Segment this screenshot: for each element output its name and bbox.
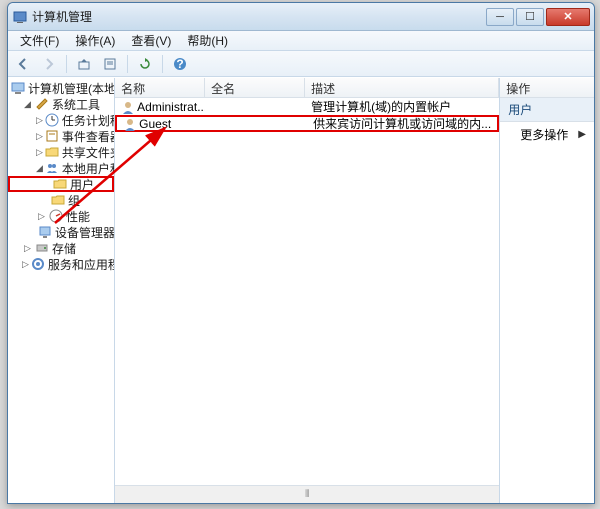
tree-groups[interactable]: 组 [8,192,114,208]
actions-more[interactable]: 更多操作 ▶ [500,122,594,147]
content-area: 计算机管理(本地) ◢ 系统工具 ▷ 任务计划程序 ▷ 事件查看器 ▷ 共享文件… [8,77,594,503]
scroll-indicator: ⫴ [305,489,309,500]
expand-icon[interactable]: ▷ [36,115,43,126]
tree-storage[interactable]: ▷ 存储 [8,240,114,256]
app-icon [12,9,28,25]
tree-shared-folders[interactable]: ▷ 共享文件夹 [8,144,114,160]
tree-local-users[interactable]: ◢ 本地用户和组 [8,160,114,176]
list-row-administrator[interactable]: Administrat... 管理计算机(域)的内置帐户 [115,98,499,115]
folder-share-icon [44,144,60,160]
device-icon [37,224,53,240]
col-name[interactable]: 名称 [115,78,205,97]
tree-device-manager[interactable]: 设备管理器 [8,224,114,240]
actions-pane: 操作 用户 更多操作 ▶ [500,78,594,503]
tree-services[interactable]: ▷ 服务和应用程序 [8,256,114,272]
user-name: Guest [139,117,171,131]
expand-icon[interactable]: ▷ [22,243,33,254]
properties-button[interactable] [99,53,121,75]
close-button[interactable]: ✕ [546,8,590,26]
chevron-right-icon: ▶ [578,129,586,140]
menu-view[interactable]: 查看(V) [123,30,179,51]
list-row-guest[interactable]: Guest 供来宾访问计算机或访问域的内... [115,115,499,132]
tree-root[interactable]: 计算机管理(本地) [8,80,114,96]
minimize-button[interactable]: ─ [486,8,514,26]
col-description[interactable]: 描述 [305,78,499,97]
user-description: 管理计算机(域)的内置帐户 [305,98,499,115]
user-icon [121,100,135,114]
tree-performance[interactable]: ▷ 性能 [8,208,114,224]
up-button[interactable] [73,53,95,75]
tree-system-tools[interactable]: ◢ 系统工具 [8,96,114,112]
list-scrollbar[interactable]: ⫴ [115,485,499,503]
collapse-icon[interactable]: ◢ [36,163,43,174]
performance-icon [48,208,64,224]
menu-help[interactable]: 帮助(H) [179,30,236,51]
col-fullname[interactable]: 全名 [205,78,305,97]
user-description: 供来宾访问计算机或访问域的内... [307,115,497,132]
menubar: 文件(F) 操作(A) 查看(V) 帮助(H) [8,31,594,51]
computer-management-window: 计算机管理 ─ ☐ ✕ 文件(F) 操作(A) 查看(V) 帮助(H) ? 计算… [7,2,595,504]
storage-icon [34,240,50,256]
maximize-button[interactable]: ☐ [516,8,544,26]
tools-icon [34,96,50,112]
window-controls: ─ ☐ ✕ [486,8,590,26]
clock-icon [44,112,60,128]
tree-pane[interactable]: 计算机管理(本地) ◢ 系统工具 ▷ 任务计划程序 ▷ 事件查看器 ▷ 共享文件… [8,78,115,503]
expand-icon[interactable]: ▷ [22,259,29,270]
list-pane[interactable]: 名称 全名 描述 Administrat... 管理计算机(域)的内置帐户 Gu… [115,78,500,503]
forward-button[interactable] [38,53,60,75]
menu-action[interactable]: 操作(A) [67,30,123,51]
computer-icon [10,80,26,96]
titlebar[interactable]: 计算机管理 ─ ☐ ✕ [8,3,594,31]
tree-task-scheduler[interactable]: ▷ 任务计划程序 [8,112,114,128]
toolbar: ? [8,51,594,77]
toolbar-separator [66,55,67,73]
expand-icon[interactable]: ▷ [36,147,43,158]
help-button[interactable]: ? [169,53,191,75]
svg-text:?: ? [176,57,183,71]
expand-icon[interactable]: ▷ [36,211,47,222]
event-icon [44,128,60,144]
services-icon [30,256,46,272]
folder-icon [50,192,66,208]
actions-header: 操作 [500,78,594,98]
collapse-icon[interactable]: ◢ [22,99,33,110]
user-icon [123,117,137,131]
actions-more-label: 更多操作 [520,126,568,143]
window-title: 计算机管理 [32,8,486,25]
back-button[interactable] [12,53,34,75]
list-header: 名称 全名 描述 [115,78,499,98]
toolbar-separator [162,55,163,73]
actions-section: 用户 [500,98,594,122]
menu-file[interactable]: 文件(F) [12,30,67,51]
expand-icon[interactable]: ▷ [36,131,43,142]
tree-event-viewer[interactable]: ▷ 事件查看器 [8,128,114,144]
folder-icon [52,176,68,192]
refresh-button[interactable] [134,53,156,75]
tree-users[interactable]: 用户 [8,176,114,192]
users-group-icon [44,160,60,176]
toolbar-separator [127,55,128,73]
user-name: Administrat... [137,100,205,114]
